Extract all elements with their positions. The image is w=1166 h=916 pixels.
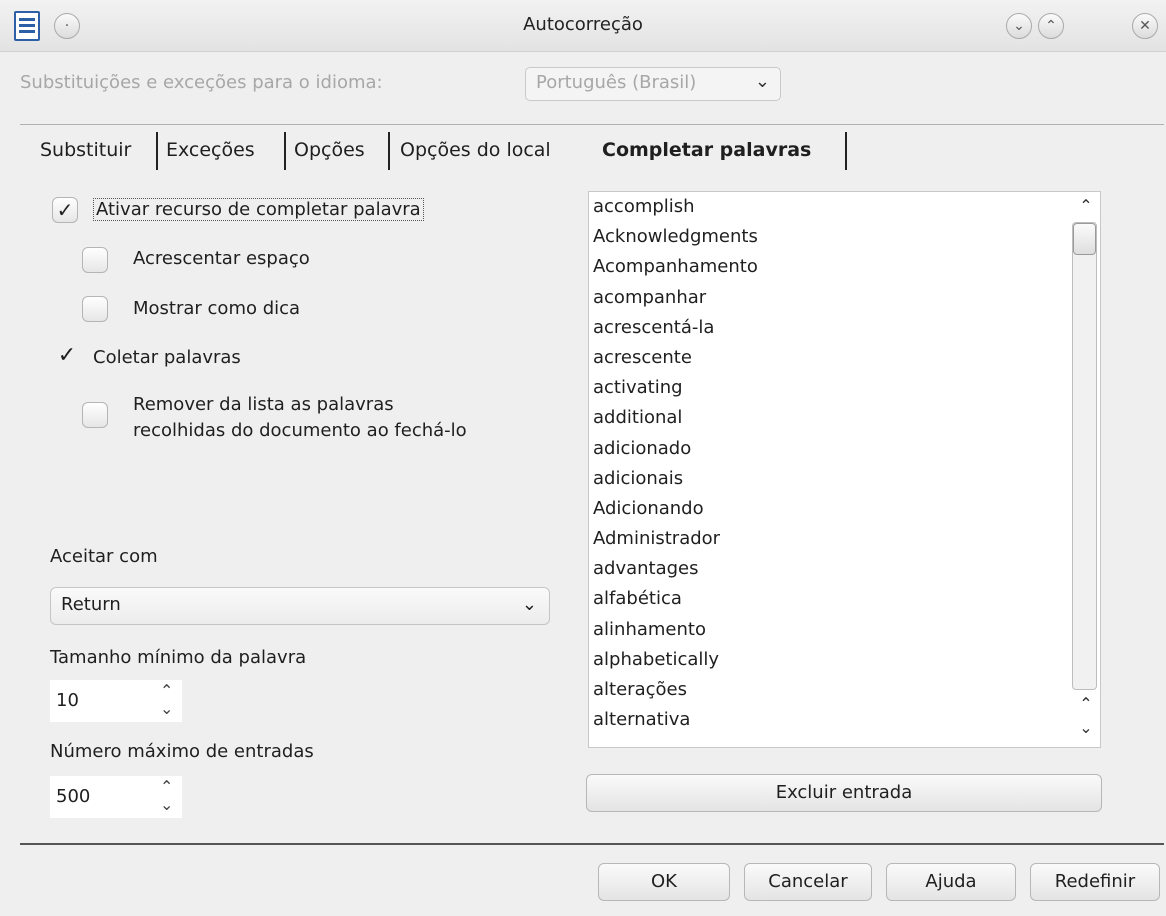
tab-word-completion[interactable]: Completar palavras (602, 135, 811, 173)
list-item[interactable]: activating (589, 373, 1100, 403)
spin-arrows-icon[interactable]: ⌃ ⌄ (160, 778, 173, 814)
ok-button[interactable]: OK (598, 863, 730, 901)
show-as-tip-checkbox[interactable] (82, 296, 108, 322)
min-word-length-label: Tamanho mínimo da palavra (50, 647, 307, 668)
check-icon: ✓ (57, 343, 77, 368)
list-item[interactable]: accomplish (589, 192, 1100, 222)
window-title: Autocorreção (523, 14, 643, 35)
maximize-button[interactable]: ⌃ (1038, 13, 1064, 39)
min-word-length-spinner[interactable]: 10 ⌃ ⌄ (50, 680, 182, 722)
minimize-icon: ⌄ (1013, 18, 1025, 34)
append-space-checkbox[interactable] (82, 247, 108, 273)
max-entries-spinner[interactable]: 500 ⌃ ⌄ (50, 776, 182, 818)
collect-words-label[interactable]: Coletar palavras (93, 347, 241, 368)
delete-entry-button[interactable]: Excluir entrada (586, 774, 1102, 812)
list-item[interactable]: advantages (589, 554, 1100, 584)
chevron-down-icon: ⌄ (521, 594, 537, 615)
max-entries-value: 500 (56, 786, 91, 807)
remove-on-close-line1: Remover da lista as palavras (133, 394, 394, 415)
tab-panel-border (20, 843, 1164, 845)
list-item[interactable]: adicionado (589, 434, 1100, 464)
list-item[interactable]: acrescente (589, 343, 1100, 373)
spin-arrows-icon[interactable]: ⌃ ⌄ (160, 682, 173, 718)
help-button[interactable]: Ajuda (886, 863, 1016, 901)
tab-separator (845, 132, 847, 170)
show-as-tip-label[interactable]: Mostrar como dica (133, 298, 300, 319)
tab-exceptions[interactable]: Exceções (166, 135, 255, 173)
scrollbar-thumb[interactable] (1073, 223, 1096, 255)
list-item[interactable]: alternativa (589, 705, 1100, 735)
collect-words-checkbox[interactable]: ✓ (54, 343, 80, 368)
tab-options[interactable]: Opções (294, 135, 365, 173)
list-item[interactable]: alphabetically (589, 645, 1100, 675)
cancel-button[interactable]: Cancelar (744, 863, 872, 901)
list-item[interactable]: Acompanhamento (589, 252, 1100, 282)
language-value: Português (Brasil) (536, 72, 697, 93)
remove-on-close-line2: recolhidas do documento ao fechá-lo (133, 420, 467, 441)
append-space-label[interactable]: Acrescentar espaço (133, 248, 310, 269)
accept-with-value: Return (61, 594, 121, 615)
tab-localized-options[interactable]: Opções do local (400, 135, 551, 173)
max-entries-label: Número máximo de entradas (50, 741, 314, 762)
close-button[interactable]: ✕ (1132, 13, 1158, 39)
list-item[interactable]: adicionais (589, 464, 1100, 494)
accept-with-select[interactable]: Return ⌄ (50, 587, 550, 625)
minimize-button[interactable]: ⌄ (1006, 13, 1032, 39)
reset-button[interactable]: Redefinir (1030, 863, 1160, 901)
list-item[interactable]: acompanhar (589, 283, 1100, 313)
chevron-down-icon: ⌄ (754, 71, 770, 92)
list-item[interactable]: additional (589, 403, 1100, 433)
maximize-icon: ⌃ (1045, 18, 1057, 34)
enable-completion-checkbox[interactable]: ✓ (52, 197, 78, 223)
check-icon: ✓ (56, 198, 74, 222)
list-item[interactable]: Acknowledgments (589, 222, 1100, 252)
language-select[interactable]: Português (Brasil) ⌄ (525, 67, 781, 101)
tab-separator (156, 132, 158, 170)
scroll-up-icon[interactable]: ⌃ (1076, 196, 1096, 215)
language-label: Substituições e exceções para o idioma: (20, 72, 383, 93)
remove-on-close-checkbox[interactable] (82, 402, 108, 428)
scroll-down-icon[interactable]: ⌄ (1076, 718, 1096, 737)
list-item[interactable]: acrescentá-la (589, 313, 1100, 343)
tab-separator (284, 132, 286, 170)
remove-on-close-label[interactable]: Remover da lista as palavras recolhidas … (133, 392, 467, 444)
tab-replace[interactable]: Substituir (40, 135, 131, 173)
min-word-length-value: 10 (56, 690, 79, 711)
list-item[interactable]: alinhamento (589, 615, 1100, 645)
tab-separator (388, 132, 390, 170)
scroll-up-icon[interactable]: ⌃ (1076, 694, 1096, 713)
list-item[interactable]: alterações (589, 675, 1100, 705)
list-item[interactable]: Adicionando (589, 494, 1100, 524)
enable-completion-label[interactable]: Ativar recurso de completar palavra (93, 198, 424, 221)
list-item[interactable]: alfabética (589, 584, 1100, 614)
list-item[interactable]: Administrador (589, 524, 1100, 554)
scrollbar-track[interactable] (1072, 222, 1097, 690)
accept-with-label: Aceitar com (50, 546, 158, 567)
tabs-divider (20, 124, 1164, 125)
word-list[interactable]: accomplish Acknowledgments Acompanhament… (588, 191, 1101, 748)
close-icon: ✕ (1139, 18, 1151, 34)
